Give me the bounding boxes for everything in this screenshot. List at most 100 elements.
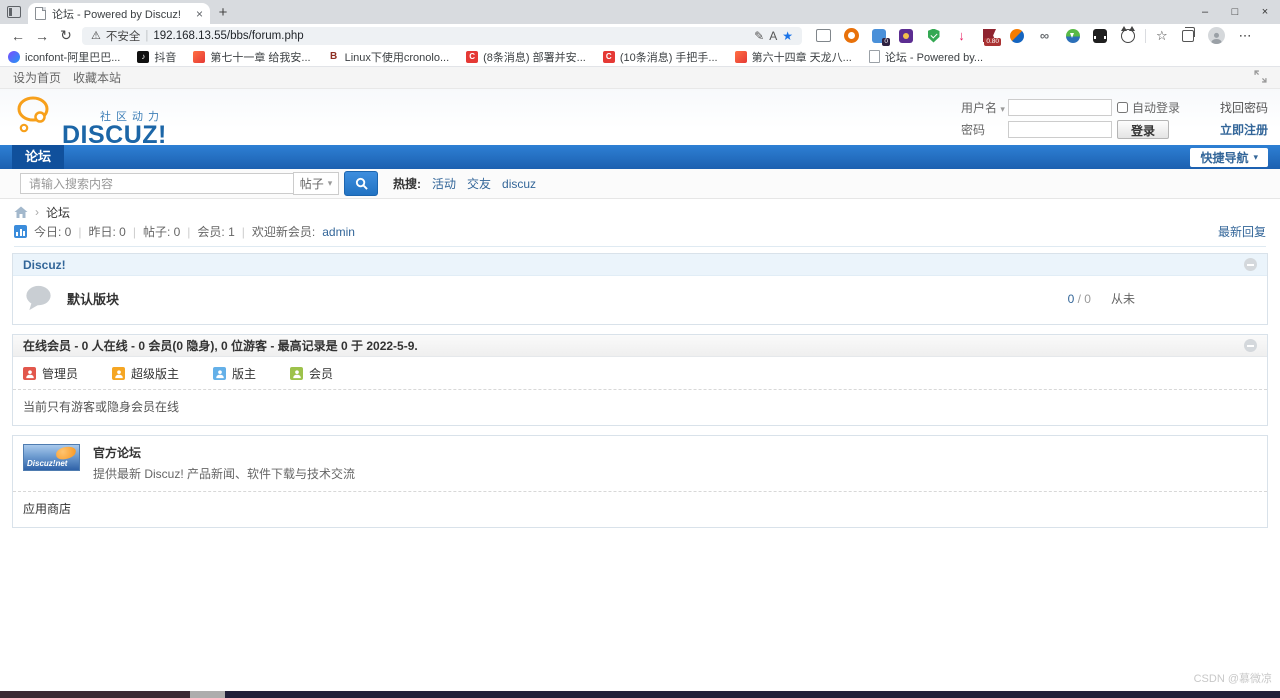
collapse-icon[interactable]: [1244, 339, 1257, 352]
username-label[interactable]: 用户名 ▾: [961, 99, 1005, 116]
settings-menu-icon[interactable]: ⋯: [1239, 28, 1253, 44]
page-icon: [868, 50, 880, 63]
new-tab-button[interactable]: +: [210, 4, 236, 21]
close-button[interactable]: ×: [1250, 0, 1280, 24]
find-password-link[interactable]: 找回密码: [1218, 99, 1268, 116]
tab-close-icon[interactable]: ×: [196, 8, 203, 20]
refresh-button[interactable]: ↻: [54, 27, 78, 44]
red-flag-extension-icon[interactable]: 0.80: [982, 28, 1001, 46]
online-panel: 在线会员 - 0 人在线 - 0 会员(0 隐身), 0 位游客 - 最高记录是…: [12, 334, 1268, 426]
taskbar-segment: [190, 691, 225, 698]
add-favorite-link[interactable]: 收藏本站: [73, 69, 121, 86]
discuz-net-logo[interactable]: Discuz!net: [23, 444, 80, 471]
browser-titlebar: 论坛 - Powered by Discuz! × + – □ ×: [0, 0, 1280, 24]
password-field[interactable]: [1008, 121, 1112, 138]
bookmark-item[interactable]: 第六十四章 天龙八...: [734, 49, 852, 65]
appstore-row: 应用商店: [13, 492, 1267, 527]
address-bar[interactable]: ⚠ 不安全 | 192.168.13.55/bbs/forum.php ✎ A …: [82, 26, 802, 45]
download-icon: [1065, 28, 1080, 43]
url-text[interactable]: 192.168.13.55/bbs/forum.php: [153, 30, 303, 42]
legend-moderator: 版主: [213, 365, 256, 382]
online-header: 在线会员 - 0 人在线 - 0 会员(0 隐身), 0 位游客 - 最高记录是…: [13, 335, 1267, 357]
widescreen-toggle-icon[interactable]: [1254, 69, 1267, 86]
forum-stats: 0 / 0 从未: [1067, 291, 1135, 307]
back-button[interactable]: ←: [6, 28, 30, 44]
extension-badge: 0.80: [984, 38, 1001, 46]
bookmark-item[interactable]: iconfont-阿里巴巴...: [8, 49, 120, 65]
site-logo[interactable]: 社区动力 DISCUZ!: [12, 89, 222, 148]
favorites-list-icon[interactable]: ☆: [1156, 28, 1168, 44]
hot-link[interactable]: 交友: [467, 175, 491, 192]
stat-yesterday: 昨日: 0: [88, 225, 126, 239]
breadcrumb: › 论坛: [14, 204, 1266, 221]
home-icon[interactable]: [14, 206, 28, 219]
auto-login-checkbox[interactable]: [1117, 102, 1128, 113]
orange-ring-extension-icon[interactable]: [844, 28, 859, 43]
infinity-extension-icon[interactable]: ∞: [1037, 28, 1052, 43]
search-icon: [355, 177, 368, 190]
newest-member-link[interactable]: admin: [322, 225, 355, 239]
forum-row[interactable]: 默认版块 0 / 0 从未: [13, 276, 1267, 324]
browser-tab[interactable]: 论坛 - Powered by Discuz! ×: [28, 3, 210, 24]
collapse-icon[interactable]: [1244, 258, 1257, 271]
profile-avatar[interactable]: [1207, 27, 1225, 44]
maximize-button[interactable]: □: [1220, 0, 1250, 24]
appstore-link[interactable]: 应用商店: [23, 502, 71, 516]
orange-blue-globe-extension-icon[interactable]: [1010, 28, 1024, 43]
tab-actions-button[interactable]: [0, 0, 28, 24]
bookmark-item[interactable]: 抖音: [137, 49, 176, 65]
blue-app-extension-icon[interactable]: 0: [872, 28, 890, 46]
page-icon: [35, 7, 46, 20]
auto-login-option[interactable]: 自动登录: [1117, 99, 1213, 116]
pink-arrow-extension-icon[interactable]: ↓: [954, 28, 969, 43]
breadcrumb-forum-link[interactable]: 论坛: [46, 204, 70, 221]
bookmark-item[interactable]: C (10条消息) 手把手...: [602, 49, 718, 65]
latest-reply-link[interactable]: 最新回复: [1218, 223, 1266, 240]
search-input[interactable]: [20, 173, 293, 194]
online-notice: 当前只有游客或隐身会员在线: [23, 400, 180, 414]
hot-link[interactable]: 活动: [432, 175, 456, 192]
security-label[interactable]: 不安全: [106, 28, 141, 44]
forum-name-link[interactable]: 默认版块: [67, 289, 119, 308]
official-panel: Discuz!net 官方论坛 提供最新 Discuz! 产品新闻、软件下载与技…: [12, 435, 1268, 528]
category-header: Discuz!: [13, 254, 1267, 276]
minimize-button[interactable]: –: [1190, 0, 1220, 24]
official-forum-link[interactable]: 官方论坛: [93, 446, 141, 460]
username-field[interactable]: [1008, 99, 1112, 116]
favorite-star-icon[interactable]: ★: [782, 29, 793, 43]
bookmark-item[interactable]: B Linux下使用cronolo...: [327, 49, 449, 65]
bookmark-item[interactable]: 论坛 - Powered by...: [868, 49, 983, 65]
pen-icon[interactable]: ✎: [754, 29, 764, 43]
bookmark-item[interactable]: C (8条消息) 部署并安...: [466, 49, 586, 65]
dark-widget-extension-icon[interactable]: [1093, 28, 1107, 43]
reading-list-extension-icon[interactable]: [816, 28, 831, 43]
hot-search: 热搜: 活动 交友 discuz: [393, 175, 536, 192]
collections-icon[interactable]: [1181, 26, 1195, 42]
shortcut-strip: 设为首页 收藏本站: [0, 67, 1280, 89]
omnibox-separator: |: [145, 29, 149, 42]
read-aloud-icon[interactable]: A: [769, 29, 777, 43]
bookmark-item[interactable]: 第七十一章 给我安...: [193, 49, 311, 65]
set-home-link[interactable]: 设为首页: [13, 69, 61, 86]
stat-today: 今日: 0: [34, 225, 72, 239]
cat-extension-icon[interactable]: [1120, 25, 1135, 43]
purple-app-extension-icon[interactable]: [899, 28, 913, 43]
forward-button[interactable]: →: [30, 28, 54, 44]
search-type-select[interactable]: 帖子 ▾: [293, 172, 339, 195]
idm-extension-icon[interactable]: [1065, 28, 1080, 43]
hot-link[interactable]: discuz: [502, 177, 536, 191]
taskbar-segment: [225, 691, 1280, 698]
register-link[interactable]: 立即注册: [1218, 121, 1268, 138]
login-button[interactable]: 登录: [1117, 120, 1169, 139]
category-title-link[interactable]: Discuz!: [23, 258, 66, 272]
novel-icon: [734, 50, 747, 63]
forum-tab[interactable]: 论坛: [12, 145, 65, 169]
official-forum-row: Discuz!net 官方论坛 提供最新 Discuz! 产品新闻、软件下载与技…: [13, 436, 1267, 491]
tab-actions-icon: [7, 6, 21, 18]
shield-icon: [927, 28, 940, 43]
search-strip: 帖子▾ 热搜: 活动 交友 discuz: [0, 169, 1280, 199]
super-moderator-icon: [112, 367, 126, 380]
green-shield-extension-icon[interactable]: [926, 28, 941, 43]
quick-nav-button[interactable]: 快捷导航 ▾: [1190, 147, 1268, 167]
search-button[interactable]: [344, 171, 378, 196]
